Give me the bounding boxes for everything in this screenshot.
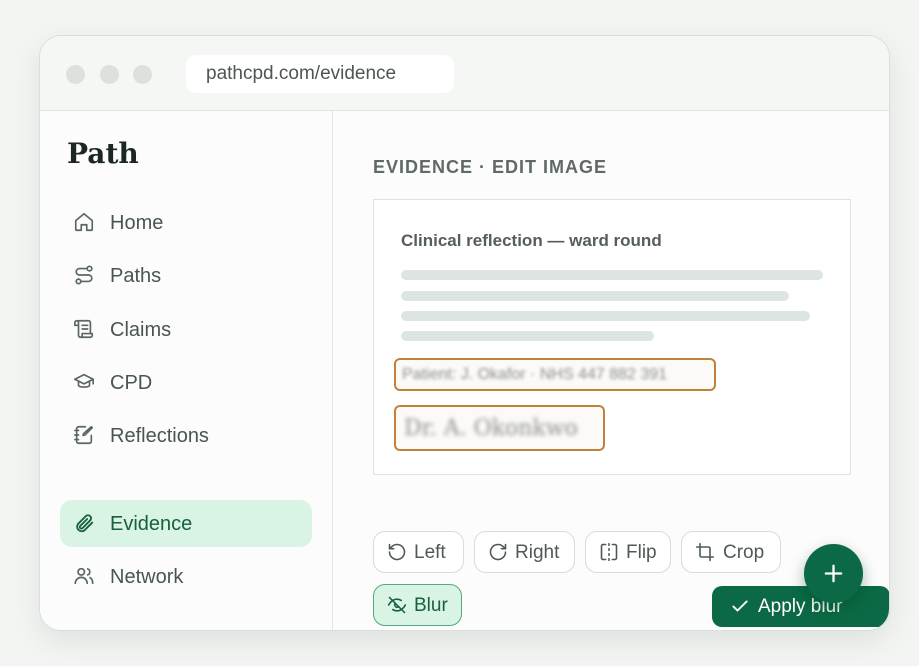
sidebar-item-label: Evidence <box>110 513 193 535</box>
sidebar-item-home[interactable]: Home <box>60 199 312 246</box>
window-close-dot[interactable] <box>66 65 85 84</box>
crop-button[interactable]: Crop <box>681 531 781 573</box>
sidebar-item-label: Home <box>110 212 164 234</box>
sidebar: Path Home Paths Claims CPD Reflections E… <box>40 111 333 630</box>
sidebar-item-network[interactable]: Network <box>60 553 312 600</box>
apply-blur-button[interactable]: Apply blur <box>712 586 889 627</box>
crop-icon <box>695 542 715 562</box>
browser-window: pathcpd.com/evidence Path Home Paths Cla… <box>39 35 890 631</box>
crop-label: Crop <box>723 542 765 563</box>
rotate-ccw-icon <box>387 542 407 562</box>
rotate-cw-icon <box>488 542 508 562</box>
add-fab-button[interactable] <box>804 544 863 603</box>
check-icon <box>730 596 750 616</box>
blurred-signature-text: Dr. A. Okonkwo <box>404 416 578 441</box>
window-maximize-dot[interactable] <box>133 65 152 84</box>
text-line-placeholder <box>401 291 789 301</box>
text-line-placeholder <box>401 311 810 321</box>
sidebar-item-label: Reflections <box>110 425 209 447</box>
route-icon <box>73 264 95 286</box>
sidebar-item-claims[interactable]: Claims <box>60 306 312 353</box>
document-title: Clinical reflection — ward round <box>401 231 662 250</box>
image-canvas[interactable]: Clinical reflection — ward round Patient… <box>373 199 851 475</box>
eye-off-icon <box>387 595 407 615</box>
text-line-placeholder <box>401 331 654 341</box>
blur-button[interactable]: Blur <box>373 584 462 626</box>
sidebar-item-label: Paths <box>110 265 162 287</box>
users-icon <box>73 565 95 587</box>
blur-region-signature[interactable]: Dr. A. Okonkwo <box>394 405 605 451</box>
sidebar-item-cpd[interactable]: CPD <box>60 359 312 406</box>
address-bar[interactable]: pathcpd.com/evidence <box>186 55 454 93</box>
window-minimize-dot[interactable] <box>100 65 119 84</box>
rotate-right-button[interactable]: Right <box>474 531 575 573</box>
sidebar-item-reflections[interactable]: Reflections <box>60 412 312 459</box>
browser-titlebar: pathcpd.com/evidence <box>40 36 889 111</box>
paperclip-icon <box>73 512 95 534</box>
rotate-right-label: Right <box>515 542 560 563</box>
sidebar-item-paths[interactable]: Paths <box>60 252 312 299</box>
rotate-left-button[interactable]: Left <box>373 531 464 573</box>
page-title: EVIDENCE · EDIT IMAGE <box>373 157 608 177</box>
notebook-pen-icon <box>73 424 95 446</box>
home-icon <box>73 211 95 233</box>
sidebar-item-label: CPD <box>110 372 153 394</box>
scroll-icon <box>73 318 95 340</box>
sidebar-item-label: Claims <box>110 319 172 341</box>
sidebar-item-label: Network <box>110 566 184 588</box>
blur-label: Blur <box>414 595 448 616</box>
main-panel: EVIDENCE · EDIT IMAGE Clinical reflectio… <box>334 111 889 630</box>
sidebar-item-evidence[interactable]: Evidence <box>60 500 312 547</box>
plus-icon <box>822 562 845 585</box>
text-line-placeholder <box>401 270 823 280</box>
brand-logo: Path <box>67 137 139 170</box>
rotate-left-label: Left <box>414 542 446 563</box>
flip-label: Flip <box>626 542 657 563</box>
blurred-patient-text: Patient: J. Okafor · NHS 447 882 391 <box>402 366 668 383</box>
blur-region-patient[interactable]: Patient: J. Okafor · NHS 447 882 391 <box>394 358 716 391</box>
graduation-cap-icon <box>73 371 95 393</box>
flip-horizontal-icon <box>599 542 619 562</box>
flip-button[interactable]: Flip <box>585 531 671 573</box>
